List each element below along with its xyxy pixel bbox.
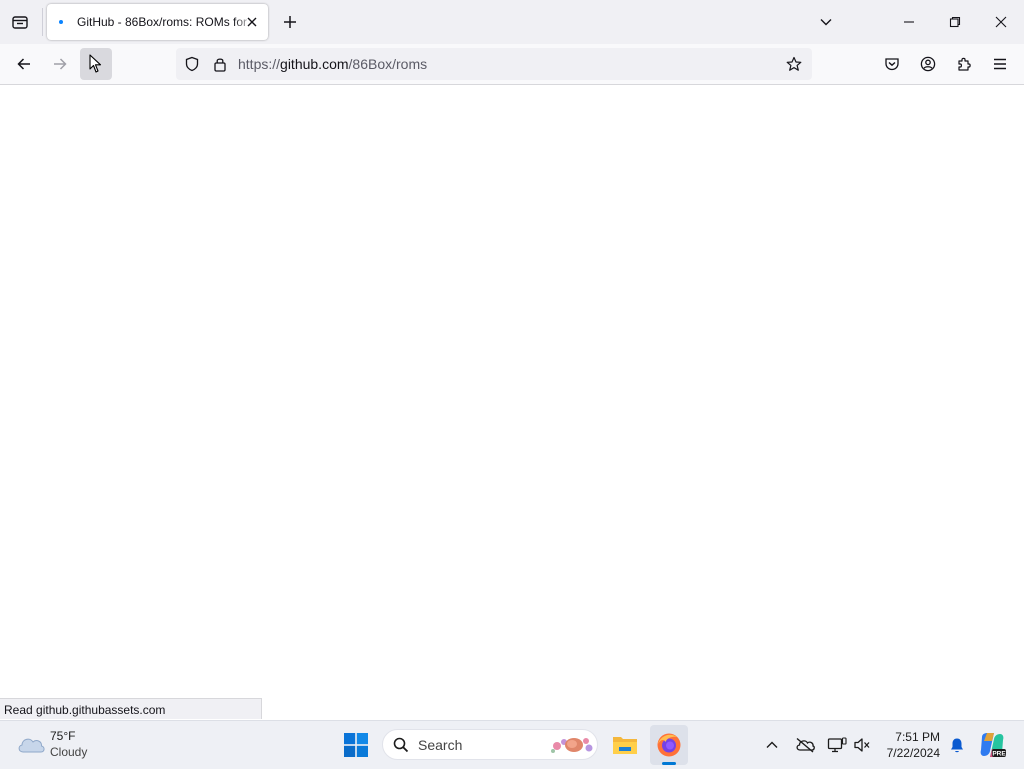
- onedrive-tray-button[interactable]: [792, 733, 818, 757]
- pocket-icon: [885, 58, 899, 71]
- file-explorer-button[interactable]: [606, 725, 644, 765]
- tab-loading-indicator: [59, 20, 63, 24]
- site-info-button[interactable]: [210, 54, 230, 74]
- close-icon: [247, 17, 257, 27]
- minimize-icon: [904, 21, 914, 23]
- network-tray-button[interactable]: [824, 733, 850, 757]
- restore-icon: [949, 16, 961, 28]
- weather-widget[interactable]: 75°F Cloudy: [8, 725, 108, 765]
- cloud-offline-icon: [796, 737, 815, 753]
- speaker-muted-icon: [854, 738, 870, 752]
- show-hidden-icons-button[interactable]: [760, 733, 784, 757]
- mouse-cursor-icon: [89, 54, 102, 73]
- tab-title: GitHub - 86Box/roms: ROMs for: [77, 15, 248, 29]
- url-path: /86Box/roms: [348, 56, 428, 72]
- search-highlight-icon: [551, 738, 593, 753]
- url-scheme: https://: [238, 56, 281, 72]
- navigation-toolbar: https://github.com/86Box/roms: [0, 44, 1024, 85]
- reload-button[interactable]: [80, 48, 112, 80]
- copilot-button[interactable]: PRE: [976, 729, 1008, 761]
- svg-text:PRE: PRE: [992, 751, 1006, 758]
- cloud-icon: [18, 738, 45, 753]
- tab-strip: GitHub - 86Box/roms: ROMs for: [0, 0, 1024, 44]
- search-placeholder: Search: [418, 737, 463, 753]
- arrow-right-icon: [54, 58, 67, 70]
- taskbar-search[interactable]: Search: [382, 729, 598, 760]
- forward-button[interactable]: [46, 50, 74, 78]
- tracking-protection-button[interactable]: [182, 54, 202, 74]
- status-panel: Read github.githubassets.com: [0, 698, 262, 719]
- lock-icon: [214, 58, 226, 72]
- url-host: github.com: [280, 56, 349, 72]
- bookmark-star-button[interactable]: [784, 54, 804, 74]
- clock-time: 7:51 PM: [895, 730, 940, 744]
- search-icon: [393, 737, 409, 753]
- bell-icon: [951, 738, 963, 752]
- minimize-button[interactable]: [886, 0, 932, 44]
- plus-icon: [284, 16, 296, 28]
- back-button[interactable]: [10, 50, 38, 78]
- copilot-icon: PRE: [980, 733, 1006, 758]
- start-button[interactable]: [338, 727, 374, 763]
- firefox-taskbar-button[interactable]: [650, 725, 688, 765]
- folder-icon: [613, 737, 637, 754]
- address-bar[interactable]: https://github.com/86Box/roms: [176, 48, 812, 80]
- active-app-indicator: [662, 762, 676, 765]
- firefox-view-icon: [12, 16, 28, 29]
- windows-logo-icon: [344, 733, 368, 757]
- notifications-button[interactable]: [946, 733, 968, 757]
- clock[interactable]: 7:51 PM 7/22/2024: [878, 727, 944, 765]
- tab-divider: [42, 8, 43, 36]
- tab-close-button[interactable]: [244, 14, 260, 30]
- clock-date: 7/22/2024: [886, 746, 940, 760]
- shield-icon: [185, 56, 199, 72]
- hamburger-menu-icon: [994, 58, 1006, 70]
- firefox-view-button[interactable]: [6, 10, 34, 34]
- pocket-button[interactable]: [880, 52, 904, 76]
- weather-condition: Cloudy: [50, 745, 88, 759]
- network-monitor-icon: [827, 737, 847, 753]
- app-menu-button[interactable]: [988, 52, 1012, 76]
- new-tab-button[interactable]: [278, 10, 302, 34]
- weather-temperature: 75°F: [50, 729, 76, 743]
- page-content: [0, 85, 1024, 720]
- account-icon: [920, 56, 936, 72]
- arrow-left-icon: [17, 58, 30, 70]
- taskbar: 75°F Cloudy Search 7:51 PM 7/22/2024 PRE: [0, 720, 1024, 769]
- url-text[interactable]: https://github.com/86Box/roms: [238, 56, 427, 72]
- extensions-button[interactable]: [952, 52, 976, 76]
- list-all-tabs-button[interactable]: [814, 10, 838, 34]
- account-button[interactable]: [916, 52, 940, 76]
- firefox-icon: [657, 733, 681, 757]
- close-icon: [995, 16, 1007, 28]
- close-window-button[interactable]: [978, 0, 1024, 44]
- restore-button[interactable]: [932, 0, 978, 44]
- star-icon: [786, 56, 802, 71]
- puzzle-icon: [958, 57, 971, 71]
- chevron-up-icon: [766, 741, 778, 748]
- chevron-down-icon: [820, 19, 832, 26]
- active-tab[interactable]: GitHub - 86Box/roms: ROMs for: [47, 4, 268, 40]
- volume-tray-button[interactable]: [850, 733, 874, 757]
